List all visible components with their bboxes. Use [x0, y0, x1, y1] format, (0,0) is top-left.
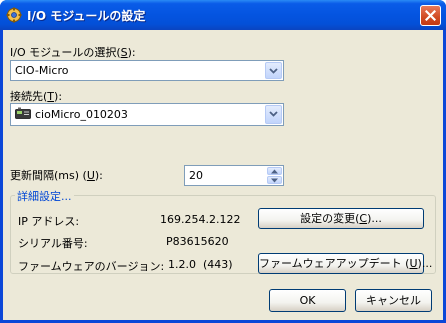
firmware-version-value: 1.2.0 (443): [168, 258, 233, 271]
details-group-title: 詳細設定...: [15, 188, 74, 204]
chevron-down-icon: [269, 111, 278, 117]
change-settings-button[interactable]: 設定の変更(C)...: [258, 208, 424, 229]
firmware-version-label: ファームウェアのバージョン:: [18, 260, 165, 273]
serial-number-label: シリアル番号:: [18, 237, 88, 250]
close-button[interactable]: [420, 5, 441, 26]
title-bar[interactable]: I/O モジュールの設定: [0, 0, 446, 30]
ok-button[interactable]: OK: [269, 289, 346, 312]
io-device-icon: [15, 107, 31, 119]
update-interval-label: 更新間隔(ms) (U):: [10, 169, 103, 182]
connection-value: cioMicro_010203: [35, 108, 128, 121]
firmware-update-button[interactable]: ファームウェアアップデート (U)...: [258, 253, 432, 274]
arrow-up-icon: [271, 169, 278, 174]
module-select-value: CIO-Micro: [15, 64, 69, 77]
spin-up-button[interactable]: [267, 167, 282, 175]
settings-gear-icon: [6, 7, 22, 23]
ip-address-value: 169.254.2.122: [160, 213, 241, 226]
update-interval-spinbox[interactable]: 20: [184, 165, 284, 186]
serial-number-value: P83615620: [166, 235, 229, 248]
chevron-down-icon: [269, 68, 278, 74]
connection-label: 接続先(T):: [10, 90, 63, 103]
update-interval-value: 20: [189, 169, 203, 182]
close-icon: [425, 10, 436, 21]
arrow-down-icon: [271, 178, 278, 183]
window-title: I/O モジュールの設定: [27, 9, 146, 23]
io-module-settings-dialog: I/O モジュールの設定 I/O モジュールの選択(S): CIO-Micro …: [0, 0, 446, 323]
module-select-label: I/O モジュールの選択(S):: [10, 46, 136, 59]
spin-arrows: [267, 167, 282, 184]
ip-address-label: IP アドレス:: [18, 215, 80, 228]
connection-dropdown-button[interactable]: [265, 105, 282, 124]
spin-down-button[interactable]: [267, 176, 282, 184]
connection-combobox[interactable]: cioMicro_010203: [10, 103, 284, 126]
module-select-dropdown-button[interactable]: [265, 62, 282, 79]
dialog-client-area: I/O モジュールの選択(S): CIO-Micro 接続先(T): cioMi…: [3, 30, 443, 320]
cancel-button[interactable]: キャンセル: [355, 289, 432, 312]
module-select-combobox[interactable]: CIO-Micro: [10, 60, 284, 81]
